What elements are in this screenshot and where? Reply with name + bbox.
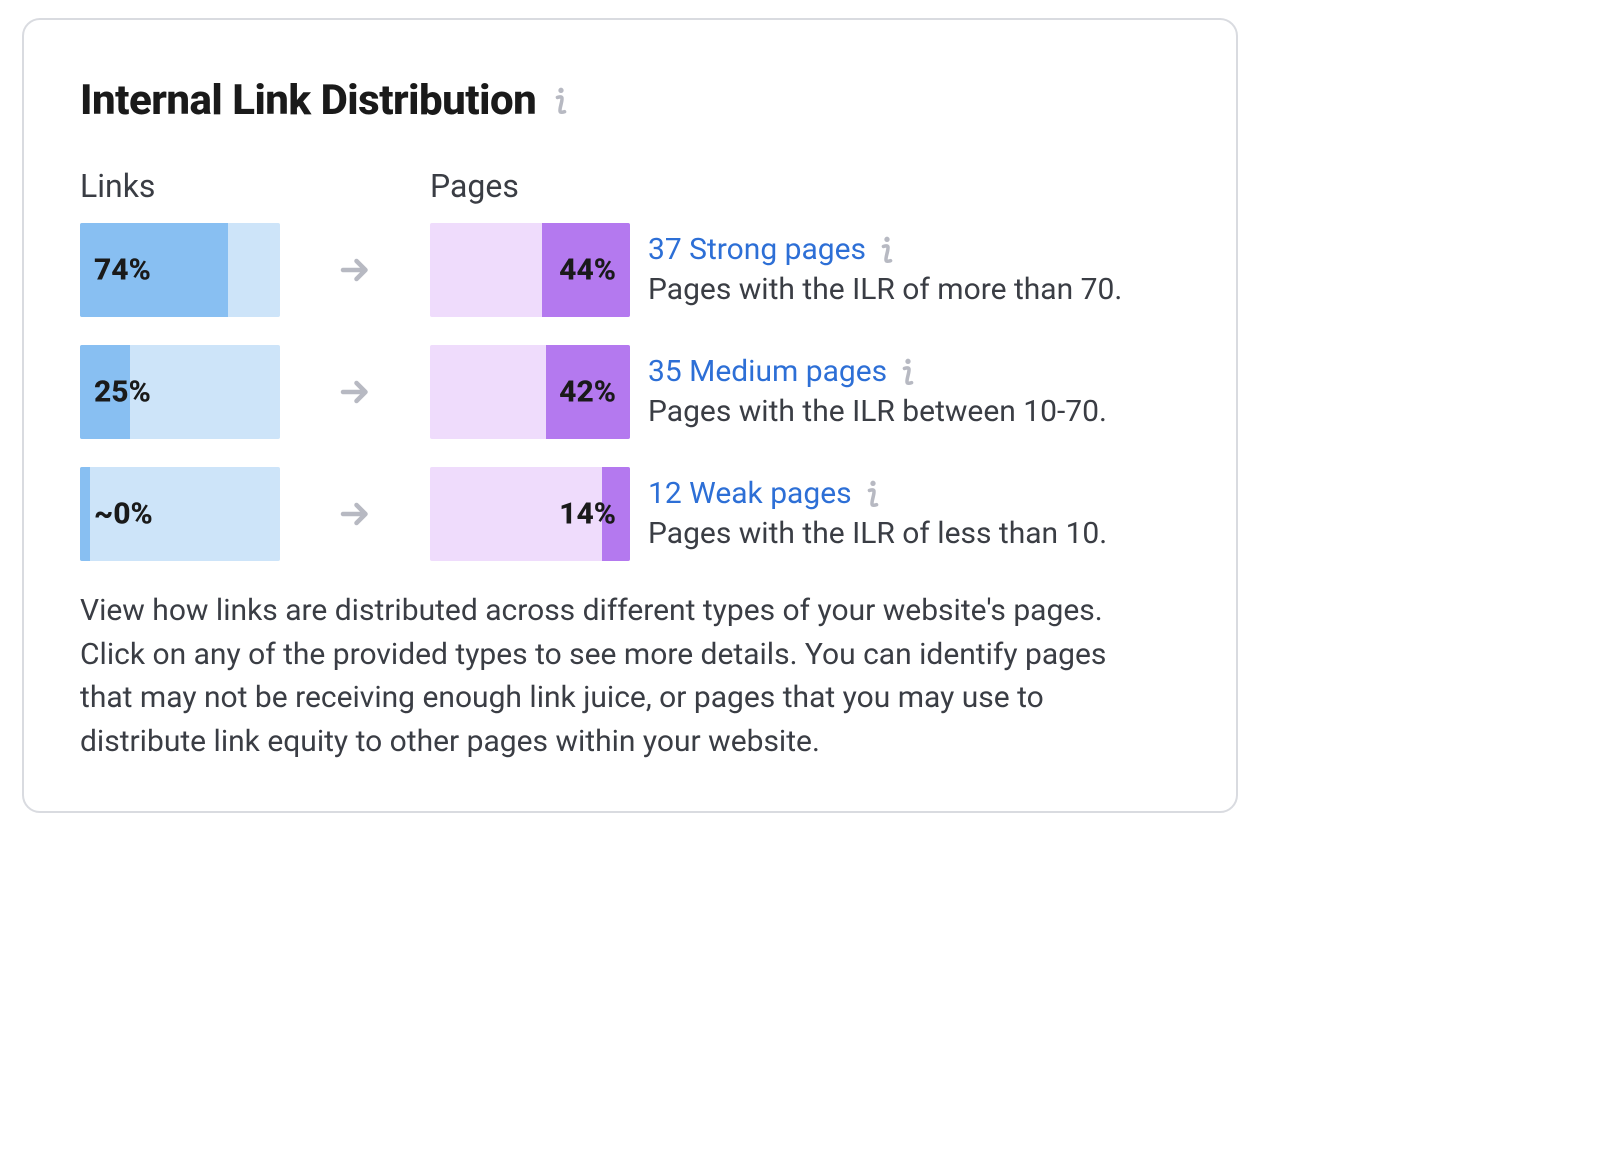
column-headers: Links Pages: [80, 167, 1180, 205]
info-icon[interactable]: [550, 85, 572, 117]
strong-pages-link[interactable]: 37 Strong pages: [648, 230, 866, 271]
pages-percent: 42%: [559, 375, 616, 410]
pages-header: Pages: [430, 167, 630, 205]
info-icon[interactable]: [862, 478, 884, 510]
pages-bar: 14%: [430, 467, 630, 561]
row-description: 12 Weak pages Pages with the ILR of less…: [630, 474, 1180, 555]
internal-link-distribution-card: Internal Link Distribution Links Pages 7…: [22, 18, 1238, 813]
links-bar: 25%: [80, 345, 280, 439]
arrow-right-icon: [280, 374, 430, 410]
weak-pages-link[interactable]: 12 Weak pages: [648, 474, 852, 515]
pages-bar: 44%: [430, 223, 630, 317]
medium-pages-link[interactable]: 35 Medium pages: [648, 352, 887, 393]
pages-percent: 44%: [559, 253, 616, 288]
arrow-right-icon: [280, 496, 430, 532]
pages-bar: 42%: [430, 345, 630, 439]
arrow-right-icon: [280, 252, 430, 288]
links-percent: 25%: [94, 375, 151, 410]
info-icon[interactable]: [897, 356, 919, 388]
row-description: 35 Medium pages Pages with the ILR betwe…: [630, 352, 1180, 433]
links-percent: 74%: [94, 253, 151, 288]
row-description: 37 Strong pages Pages with the ILR of mo…: [630, 230, 1180, 311]
row-subtext: Pages with the ILR between 10-70.: [648, 392, 1180, 433]
links-bar: 74%: [80, 223, 280, 317]
row-subtext: Pages with the ILR of more than 70.: [648, 270, 1180, 311]
footer-text: View how links are distributed across di…: [80, 589, 1120, 763]
distribution-row: 25% 42% 35 Medium pages Pages with the I…: [80, 345, 1180, 439]
info-icon[interactable]: [876, 234, 898, 266]
links-bar: ~0%: [80, 467, 280, 561]
links-bar-fill: [80, 467, 90, 561]
links-header: Links: [80, 167, 280, 205]
distribution-row: 74% 44% 37 Strong pages Pages with the I…: [80, 223, 1180, 317]
row-subtext: Pages with the ILR of less than 10.: [648, 514, 1180, 555]
links-percent: ~0%: [94, 497, 153, 532]
title-row: Internal Link Distribution: [80, 76, 1180, 125]
card-title: Internal Link Distribution: [80, 76, 536, 125]
distribution-row: ~0% 14% 12 Weak pages Pages with the ILR…: [80, 467, 1180, 561]
pages-percent: 14%: [559, 497, 616, 532]
